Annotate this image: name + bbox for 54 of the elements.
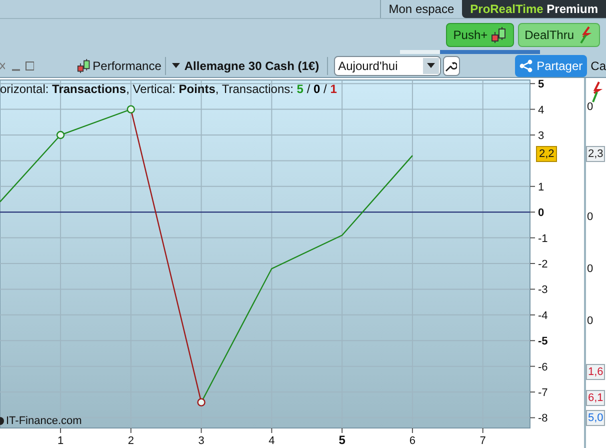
current-value-tag: 2,2 <box>536 146 558 162</box>
y-axis-label: -5 <box>538 336 548 348</box>
panel-tab[interactable]: Ca <box>590 56 606 74</box>
price-label: 0 <box>586 262 594 276</box>
y-axis-label: 1 <box>538 181 544 194</box>
y-axis-label: 3 <box>538 130 544 142</box>
price-tag: 5,0 <box>586 410 606 426</box>
watermark-text: IT-Finance.com <box>6 414 82 429</box>
my-space-link[interactable]: Mon espace <box>380 0 462 18</box>
share-button[interactable]: Partager <box>514 54 587 76</box>
caret-icon <box>427 62 436 68</box>
price-label: 0 <box>586 100 594 114</box>
maximize-icon <box>24 60 34 70</box>
premium-badge: ProRealTime Premium <box>462 0 606 18</box>
x-axis-label: 3 <box>198 435 204 447</box>
y-axis-label: -1 <box>538 232 548 245</box>
x-axis-label: 4 <box>268 435 275 447</box>
instrument-selector[interactable]: Allemagne 30 Cash (1€) <box>172 56 320 74</box>
y-axis-label: 4 <box>538 104 544 116</box>
performance-button[interactable]: Performance <box>76 56 162 74</box>
point-marker <box>126 105 136 114</box>
chart-legend: orizontal: Transactions, Vertical: Points, Transactions: 5 / 0 / 1 <box>0 80 337 98</box>
x-axis-label: 5 <box>338 433 346 447</box>
logo-icon <box>0 416 4 426</box>
price-tag: 6,1 <box>586 390 606 406</box>
push-button[interactable]: Push+ <box>446 22 514 46</box>
price-tag: 1,6 <box>586 364 606 380</box>
candlestick-icon <box>490 26 507 44</box>
x-axis-label: 1 <box>57 435 64 447</box>
wrench-icon <box>445 60 458 72</box>
y-axis-label: 0 <box>538 207 544 220</box>
x-axis-label: 6 <box>409 435 416 447</box>
y-axis-label: -7 <box>538 387 548 400</box>
dealthru-button[interactable]: DealThru <box>518 22 600 46</box>
y-axis-label: -6 <box>538 361 548 374</box>
y-axis-label: -4 <box>538 310 548 322</box>
price-label: 0 <box>586 210 594 224</box>
x-axis-label: 7 <box>480 435 486 447</box>
y-axis-label: -8 <box>538 412 548 425</box>
period-dropdown[interactable]: Aujourd'hui <box>334 56 442 76</box>
y-axis-label: -2 <box>538 258 548 270</box>
minimize-icon <box>12 68 20 70</box>
price-label: 0 <box>586 314 594 328</box>
y-axis-label: 5 <box>538 78 544 91</box>
settings-button[interactable] <box>443 56 460 76</box>
x-axis-label: 2 <box>128 435 134 447</box>
point-marker <box>56 130 65 140</box>
y-axis-label: -3 <box>538 284 548 296</box>
point-marker <box>197 398 206 406</box>
caret-icon <box>172 62 180 68</box>
close-icon <box>0 62 6 70</box>
candlestick-icon <box>76 58 91 74</box>
share-icon <box>518 58 533 72</box>
price-tag: 2,3 <box>586 146 606 162</box>
